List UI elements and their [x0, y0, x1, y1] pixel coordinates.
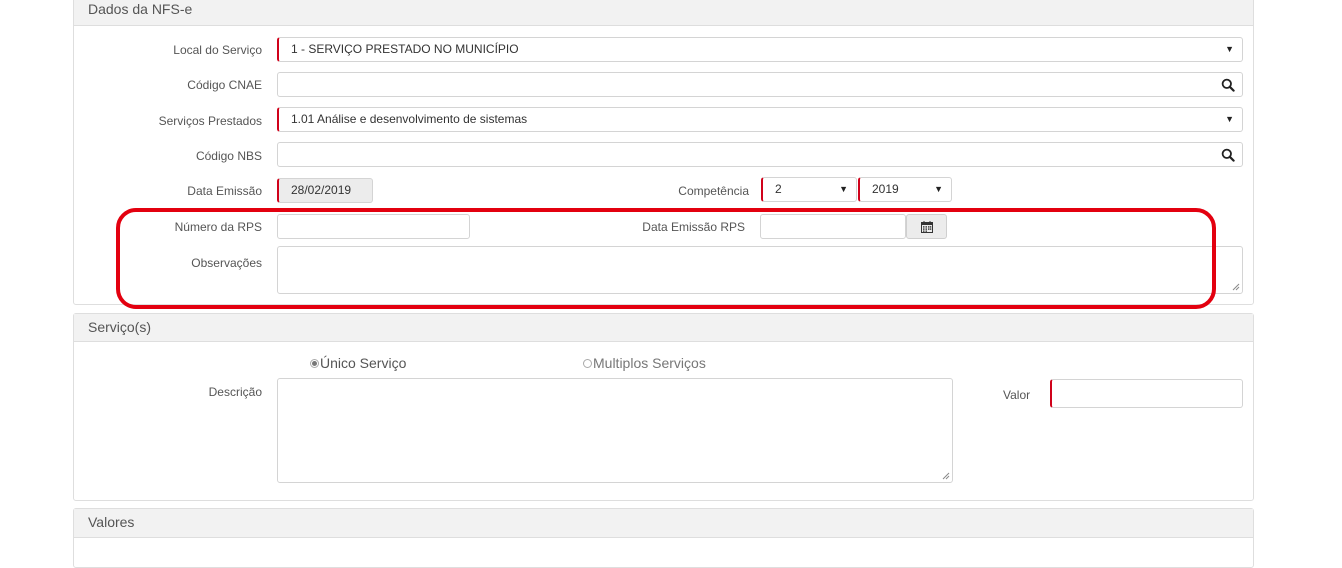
valores-panel-title: Valores: [88, 514, 135, 530]
data-emissao-value: 28/02/2019: [291, 183, 352, 197]
chevron-down-icon: ▼: [934, 184, 943, 194]
competencia-label: Competência: [678, 184, 749, 198]
data-emissao-label: Data Emissão: [187, 184, 262, 198]
numero-rps-label: Número da RPS: [174, 220, 262, 234]
resize-grip-icon[interactable]: [942, 472, 950, 480]
codigo-nbs-input[interactable]: [277, 142, 1243, 167]
competencia-mes-select[interactable]: 2 ▼: [761, 177, 857, 202]
descricao-textarea[interactable]: [277, 378, 953, 483]
nfse-panel-heading: Dados da NFS-e: [74, 0, 1253, 26]
calendar-button[interactable]: [906, 214, 947, 239]
radio-checked-icon: [310, 359, 319, 368]
servicos-panel-title: Serviço(s): [88, 319, 152, 335]
local-servico-label: Local do Serviço: [173, 43, 262, 57]
observacoes-textarea[interactable]: [277, 246, 1243, 294]
local-servico-select[interactable]: 1 - SERVIÇO PRESTADO NO MUNICÍPIO ▼: [277, 37, 1243, 62]
chevron-down-icon: ▼: [1225, 114, 1234, 124]
valores-panel: Valores: [73, 508, 1254, 568]
codigo-cnae-input[interactable]: [277, 72, 1243, 97]
servicos-panel-heading: Serviço(s): [74, 314, 1253, 342]
radio-multiplos-servicos[interactable]: Multiplos Serviços: [583, 355, 706, 371]
chevron-down-icon: ▼: [839, 184, 848, 194]
competencia-ano-select[interactable]: 2019 ▼: [858, 177, 952, 202]
competencia-ano-value: 2019: [872, 182, 899, 196]
codigo-cnae-label: Código CNAE: [187, 78, 262, 92]
valores-panel-heading: Valores: [74, 509, 1253, 538]
radio-unico-label: Único Serviço: [320, 355, 407, 371]
servicos-prestados-label: Serviços Prestados: [158, 114, 262, 128]
local-servico-value: 1 - SERVIÇO PRESTADO NO MUNICÍPIO: [291, 42, 519, 56]
data-emissao-rps-label: Data Emissão RPS: [642, 220, 745, 234]
chevron-down-icon: ▼: [1225, 44, 1234, 54]
calendar-icon: [921, 221, 933, 233]
radio-unico-servico[interactable]: Único Serviço: [310, 355, 406, 371]
data-emissao-rps-input[interactable]: [760, 214, 906, 239]
resize-grip-icon[interactable]: [1232, 283, 1240, 291]
numero-rps-input[interactable]: [277, 214, 470, 239]
radio-unchecked-icon: [583, 359, 592, 368]
nfse-panel-title: Dados da NFS-e: [88, 1, 193, 17]
servicos-prestados-select[interactable]: 1.01 Análise e desenvolvimento de sistem…: [277, 107, 1243, 132]
search-icon[interactable]: [1221, 148, 1235, 162]
search-icon[interactable]: [1221, 78, 1235, 92]
competencia-mes-value: 2: [775, 182, 782, 196]
codigo-nbs-label: Código NBS: [195, 149, 262, 163]
data-emissao-input[interactable]: 28/02/2019: [277, 178, 373, 203]
servicos-prestados-value: 1.01 Análise e desenvolvimento de sistem…: [291, 112, 528, 126]
valor-input[interactable]: [1050, 379, 1243, 408]
radio-multiplos-label: Multiplos Serviços: [593, 355, 706, 371]
valor-label: Valor: [1003, 388, 1031, 402]
descricao-label: Descrição: [208, 385, 262, 399]
observacoes-label: Observações: [191, 256, 262, 270]
